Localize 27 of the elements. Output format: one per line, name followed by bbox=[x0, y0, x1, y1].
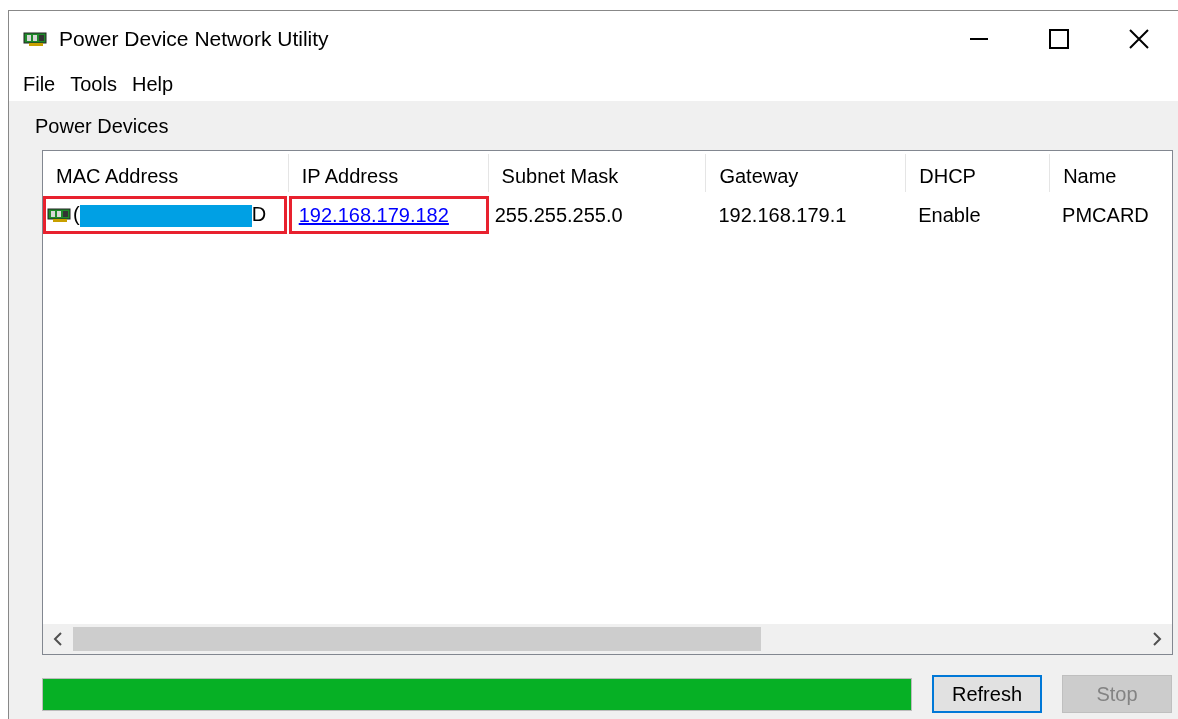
mac-address: ( D bbox=[73, 203, 267, 227]
column-header[interactable]: MAC Address bbox=[43, 154, 289, 192]
scroll-thumb[interactable] bbox=[73, 627, 761, 651]
window-title: Power Device Network Utility bbox=[59, 27, 330, 51]
menu-item[interactable]: Tools bbox=[68, 72, 130, 96]
menu-item[interactable]: File bbox=[21, 72, 69, 96]
column-header[interactable]: IP Address bbox=[288, 154, 489, 192]
network-card-icon bbox=[47, 207, 73, 223]
table-cell-text: PMCARD bbox=[1061, 203, 1150, 227]
ip-link[interactable]: 192.168.179.182 bbox=[298, 204, 449, 226]
close-icon bbox=[1129, 29, 1149, 49]
table-cell-text: Enable bbox=[917, 203, 982, 227]
left-chevron-icon bbox=[53, 632, 63, 646]
horizontal-scrollbar[interactable] bbox=[43, 624, 1172, 654]
right-chevron-icon bbox=[1152, 632, 1162, 646]
maximize-icon bbox=[1049, 29, 1069, 49]
network-card-icon bbox=[23, 31, 49, 47]
table-cell-text: 192.168.179.1 bbox=[717, 203, 848, 227]
column-header[interactable]: Subnet Mask bbox=[488, 154, 707, 192]
minimize-icon bbox=[970, 38, 988, 40]
column-header[interactable]: Name bbox=[1050, 154, 1172, 192]
group-title: Power Devices bbox=[35, 115, 169, 137]
action-button[interactable]: Refresh bbox=[932, 675, 1042, 713]
column-header[interactable]: Gateway bbox=[706, 154, 907, 192]
menu-item[interactable]: Help bbox=[129, 72, 187, 96]
table-cell-text: 255.255.255.0 bbox=[493, 203, 624, 227]
column-header[interactable]: DHCP bbox=[906, 154, 1051, 192]
